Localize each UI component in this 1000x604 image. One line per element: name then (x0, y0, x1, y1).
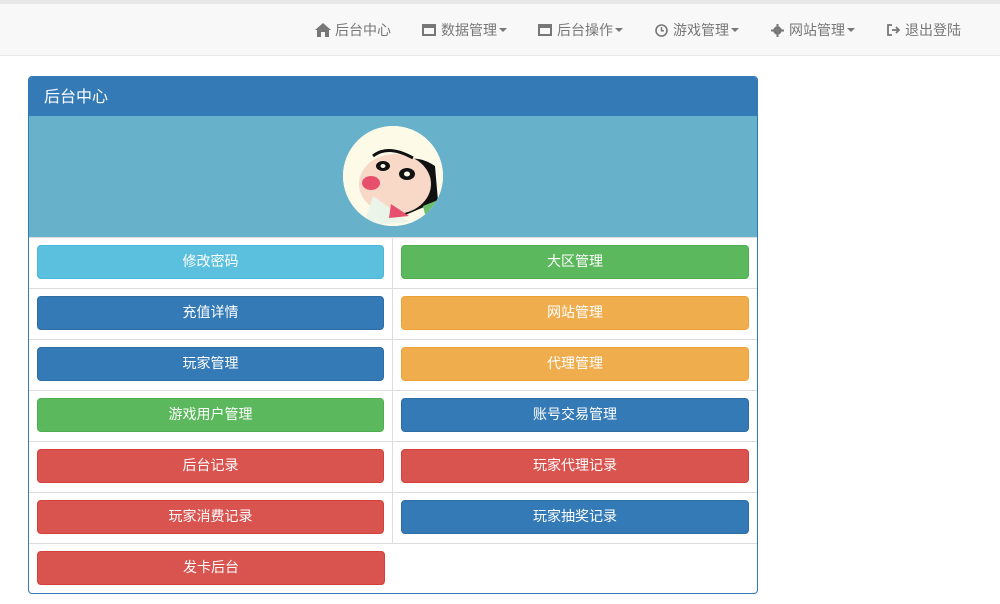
grid-cell: 游戏用户管理 (29, 391, 393, 442)
site-management-button[interactable]: 网站管理 (401, 296, 749, 330)
nav-item-logout[interactable]: 退出登陆 (870, 4, 976, 56)
player-agent-log-button[interactable]: 玩家代理记录 (401, 449, 749, 483)
grid-cell: 代理管理 (393, 340, 757, 391)
grid-cell: 账号交易管理 (393, 391, 757, 442)
nav-item-label: 数据管理 (441, 23, 497, 39)
clock-icon (653, 22, 669, 38)
grid-cell: 后台记录 (29, 442, 393, 493)
grid-cell: 充值详情 (29, 289, 393, 340)
nav-item-label: 后台操作 (557, 23, 613, 39)
caret-down-icon (847, 28, 855, 32)
nav-item-game-management[interactable]: 游戏管理 (638, 4, 754, 56)
card-issuing-backend-button[interactable]: 发卡后台 (37, 551, 385, 585)
dashboard-panel: 后台中心 修改密码 大区管理 充值详情 网站管理 玩家管理 代理管理 游戏用户管… (28, 76, 758, 594)
grid-cell: 玩家抽奖记录 (393, 493, 757, 544)
nav-item-label: 退出登陆 (905, 23, 961, 39)
profile-banner (29, 116, 757, 238)
grid-cell: 玩家消费记录 (29, 493, 393, 544)
recharge-details-button[interactable]: 充值详情 (37, 296, 384, 330)
top-navbar: 后台中心 数据管理 后台操作 游戏管理 网站管理 退出登陆 (0, 0, 1000, 56)
nav-item-data-management[interactable]: 数据管理 (406, 4, 522, 56)
home-icon (315, 22, 331, 38)
agent-management-button[interactable]: 代理管理 (401, 347, 749, 381)
account-trade-management-button[interactable]: 账号交易管理 (401, 398, 749, 432)
grid-cell: 大区管理 (393, 238, 757, 289)
grid-cell: 玩家管理 (29, 340, 393, 391)
avatar[interactable] (343, 126, 443, 226)
nav-item-label: 游戏管理 (673, 23, 729, 39)
panel-title: 后台中心 (29, 77, 757, 116)
logout-icon (885, 22, 901, 38)
grid-cell: 发卡后台 (29, 544, 393, 593)
grid-cell-empty (393, 544, 757, 593)
player-spending-log-button[interactable]: 玩家消费记录 (37, 500, 384, 534)
nav-item-dashboard[interactable]: 后台中心 (300, 4, 406, 56)
nav-item-site-management[interactable]: 网站管理 (754, 4, 870, 56)
backend-log-button[interactable]: 后台记录 (37, 449, 384, 483)
region-management-button[interactable]: 大区管理 (401, 245, 749, 279)
nav-item-label: 后台中心 (335, 23, 391, 39)
player-management-button[interactable]: 玩家管理 (37, 347, 384, 381)
grid-cell: 玩家代理记录 (393, 442, 757, 493)
grid-cell: 修改密码 (29, 238, 393, 289)
player-lottery-log-button[interactable]: 玩家抽奖记录 (401, 500, 749, 534)
game-user-management-button[interactable]: 游戏用户管理 (37, 398, 384, 432)
nav-menu: 后台中心 数据管理 后台操作 游戏管理 网站管理 退出登陆 (300, 4, 976, 56)
cartoon-avatar-icon (343, 126, 443, 226)
caret-down-icon (731, 28, 739, 32)
window-icon (537, 22, 553, 38)
caret-down-icon (615, 28, 623, 32)
window-icon (421, 22, 437, 38)
action-button-grid: 修改密码 大区管理 充值详情 网站管理 玩家管理 代理管理 游戏用户管理 账号交… (29, 238, 757, 593)
nav-item-label: 网站管理 (789, 23, 845, 39)
change-password-button[interactable]: 修改密码 (37, 245, 384, 279)
nav-item-backend-operations[interactable]: 后台操作 (522, 4, 638, 56)
caret-down-icon (499, 28, 507, 32)
grid-cell: 网站管理 (393, 289, 757, 340)
gear-icon (769, 22, 785, 38)
